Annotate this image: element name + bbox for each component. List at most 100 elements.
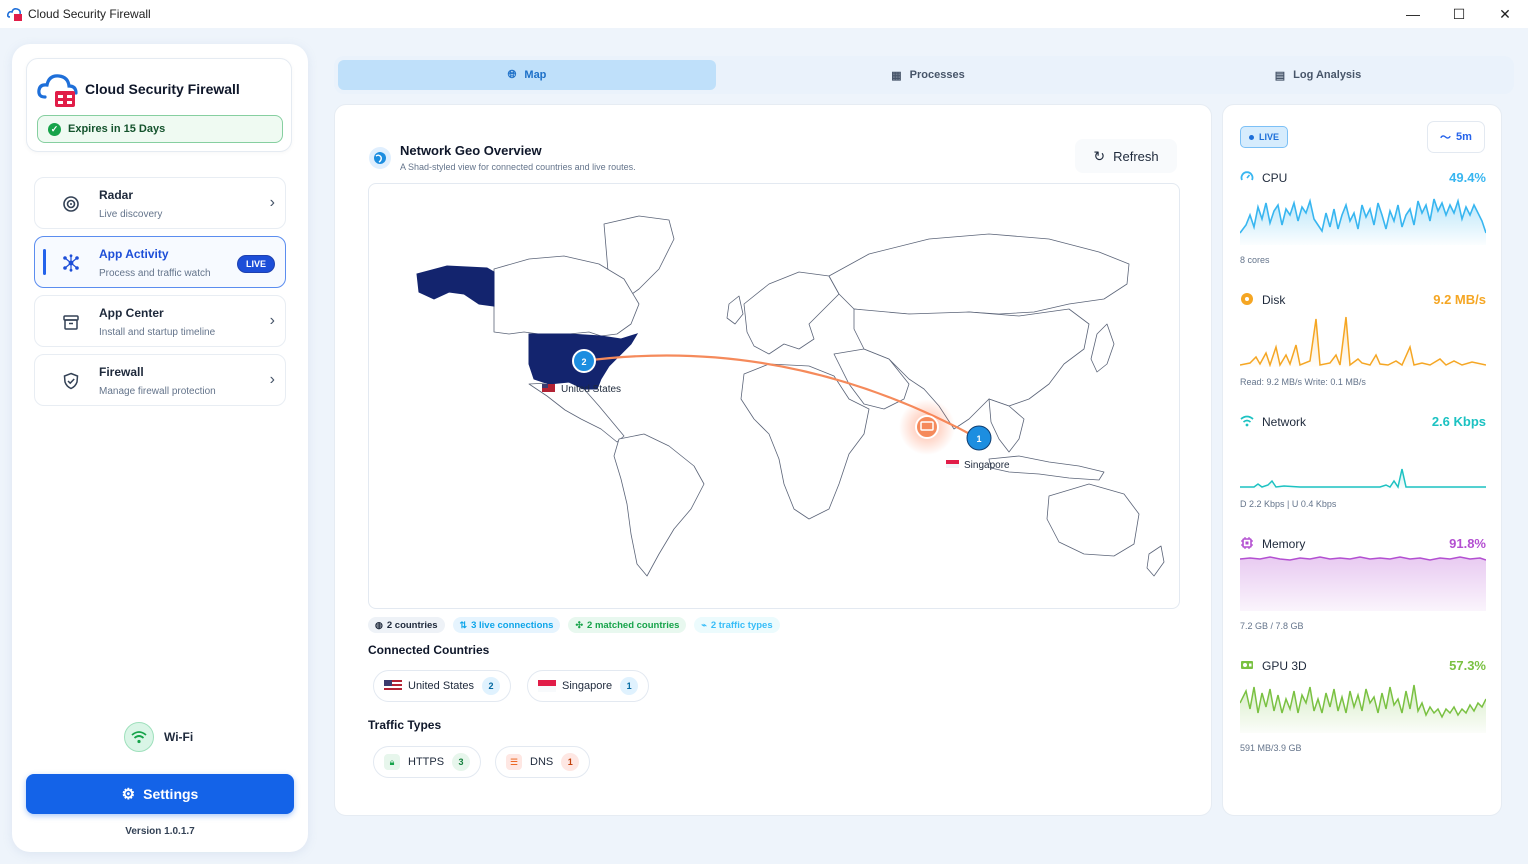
shield-icon [63, 372, 79, 390]
russia-shape [828, 233, 1130, 317]
refresh-button[interactable]: ↻ Refresh [1075, 139, 1177, 173]
metric-name: GPU 3D [1262, 659, 1307, 673]
europe-shape [743, 271, 840, 355]
sg-flag-icon [946, 460, 959, 464]
gpu-sparkline [1240, 684, 1486, 733]
version-label: Version 1.0.1.7 [125, 826, 195, 837]
live-label: LIVE [1259, 132, 1280, 142]
geo-overview-panel: Network Geo Overview A Shad-styled view … [334, 104, 1212, 816]
cloud-firewall-logo-icon [37, 74, 78, 107]
globe-icon [369, 147, 391, 169]
radar-icon [63, 196, 79, 212]
tab-map[interactable]: 🌐︎ Map [338, 60, 716, 90]
disk-icon [1241, 293, 1253, 305]
connections-stat: ⇅ 3 live connections [452, 617, 561, 633]
metric-value: 91.8% [1449, 536, 1486, 551]
traffic-name: HTTPS [408, 756, 445, 768]
sidebar-item-app-center[interactable]: App Center Install and startup timeline … [34, 295, 286, 347]
uk-shape [726, 295, 744, 325]
sparkle-icon: ✣ [575, 619, 584, 630]
license-expiry-text: Expires in 15 Days [68, 123, 166, 135]
wifi-status[interactable]: Wi-Fi [124, 722, 193, 752]
traffic-chip-https[interactable]: 🔒︎ HTTPS 3 [373, 746, 482, 778]
sidebar-item-radar[interactable]: Radar Live discovery › [34, 177, 286, 229]
stat-text: 3 live connections [471, 619, 554, 631]
traffic-types-heading: Traffic Types [368, 718, 442, 732]
metric-name: Disk [1262, 293, 1286, 307]
license-expiry-badge: ✓ Expires in 15 Days [37, 115, 283, 143]
metric-memory: Memory 91.8% 7.2 GB / 7.8 GB [1240, 535, 1486, 631]
app-icon [7, 8, 22, 21]
metric-gpu: GPU 3D 57.3% 591 MB/3.9 GB [1240, 657, 1486, 753]
tab-label: Map [524, 69, 547, 81]
metric-foot: Read: 9.2 MB/s Write: 0.1 MB/s [1240, 377, 1366, 387]
traffic-chip-list: 🔒︎ HTTPS 3 ☰ DNS 1 [373, 746, 773, 780]
country-count: 2 [482, 677, 501, 695]
us-flag-icon [384, 680, 402, 692]
metric-network: Network 2.6 Kbps D 2.2 Kbps | U 0.4 Kbps [1240, 413, 1486, 509]
new-zealand-shape [1146, 545, 1165, 577]
route-pulse [915, 415, 939, 439]
wifi-icon [1240, 415, 1254, 427]
country-chip-united-states[interactable]: United States 2 [373, 670, 512, 702]
sidebar-item-firewall[interactable]: Firewall Manage firewall protection › [34, 354, 286, 406]
wifi-icon [124, 722, 154, 752]
metric-foot: 591 MB/3.9 GB [1240, 743, 1302, 753]
metric-name: CPU [1262, 171, 1288, 185]
tab-processes[interactable]: ▦ Processes [734, 60, 1122, 90]
connected-countries-heading: Connected Countries [368, 643, 490, 657]
live-indicator: LIVE [1240, 126, 1289, 148]
network-sparkline [1240, 468, 1486, 489]
gear-icon: ⚙ [121, 786, 136, 803]
countries-stat: ◍ 2 countries [368, 617, 445, 633]
connections-icon: ⇅ [459, 619, 468, 630]
window-title: Cloud Security Firewall [28, 7, 151, 21]
maximize-button[interactable]: ☐ [1436, 0, 1482, 28]
live-dot-icon [1249, 134, 1254, 140]
sg-flag-icon [538, 680, 556, 692]
japan-shape [1090, 323, 1115, 373]
country-count: 1 [620, 677, 639, 695]
metric-value: 49.4% [1449, 170, 1486, 185]
south-america-shape [613, 433, 705, 577]
alaska-shape [416, 265, 495, 307]
metric-value: 57.3% [1449, 658, 1486, 673]
sg-flag-lower [946, 464, 959, 468]
chip-icon [1241, 537, 1253, 549]
africa-shape [740, 363, 870, 520]
page-subtitle: A Shad-styled view for connected countri… [400, 162, 636, 172]
grid-icon: ▦ [891, 69, 902, 82]
world-map[interactable]: 2 United States 1 Singapore [368, 183, 1180, 609]
chevron-right-icon: › [269, 371, 275, 388]
close-button[interactable]: ✕ [1482, 0, 1528, 28]
trend-icon: 〜 [1440, 132, 1452, 144]
globe-icon: ◍ [375, 619, 383, 630]
sidebar-item-label: Firewall [99, 365, 144, 379]
tab-bar: 🌐︎ Map ▦ Processes ▤ Log Analysis [334, 56, 1514, 94]
country-chip-singapore[interactable]: Singapore 1 [527, 670, 650, 702]
sg-marker-label: Singapore [964, 460, 1010, 471]
sidebar-item-sub: Process and traffic watch [99, 268, 211, 279]
brand-name: Cloud Security Firewall [85, 81, 240, 97]
check-icon: ✓ [48, 122, 61, 136]
sidebar-item-app-activity[interactable]: App Activity Process and traffic watch L… [34, 236, 286, 288]
live-badge: LIVE [236, 255, 275, 273]
network-icon [63, 254, 79, 272]
disk-sparkline [1240, 316, 1486, 367]
country-name: Singapore [562, 680, 613, 692]
sidebar: Cloud Security Firewall ✓ Expires in 15 … [12, 44, 308, 852]
server-icon: ☰ [506, 754, 522, 770]
memory-sparkline [1240, 556, 1486, 611]
time-range-label: 5m [1456, 131, 1472, 143]
traffic-chip-dns[interactable]: ☰ DNS 1 [495, 746, 591, 778]
tab-log-analysis[interactable]: ▤ Log Analysis [1124, 60, 1512, 90]
minimize-button[interactable]: — [1390, 0, 1436, 28]
time-range-button[interactable]: 〜 5m [1427, 121, 1485, 153]
metrics-panel: LIVE 〜 5m CPU 49.4% 8 cores Disk 9.2 MB/… [1222, 104, 1502, 816]
tab-label: Log Analysis [1293, 69, 1362, 81]
settings-button[interactable]: ⚙ Settings [26, 774, 294, 814]
refresh-label: Refresh [1113, 148, 1159, 164]
metric-value: 9.2 MB/s [1433, 292, 1486, 307]
active-indicator [43, 249, 46, 275]
australia-shape [1046, 483, 1140, 557]
